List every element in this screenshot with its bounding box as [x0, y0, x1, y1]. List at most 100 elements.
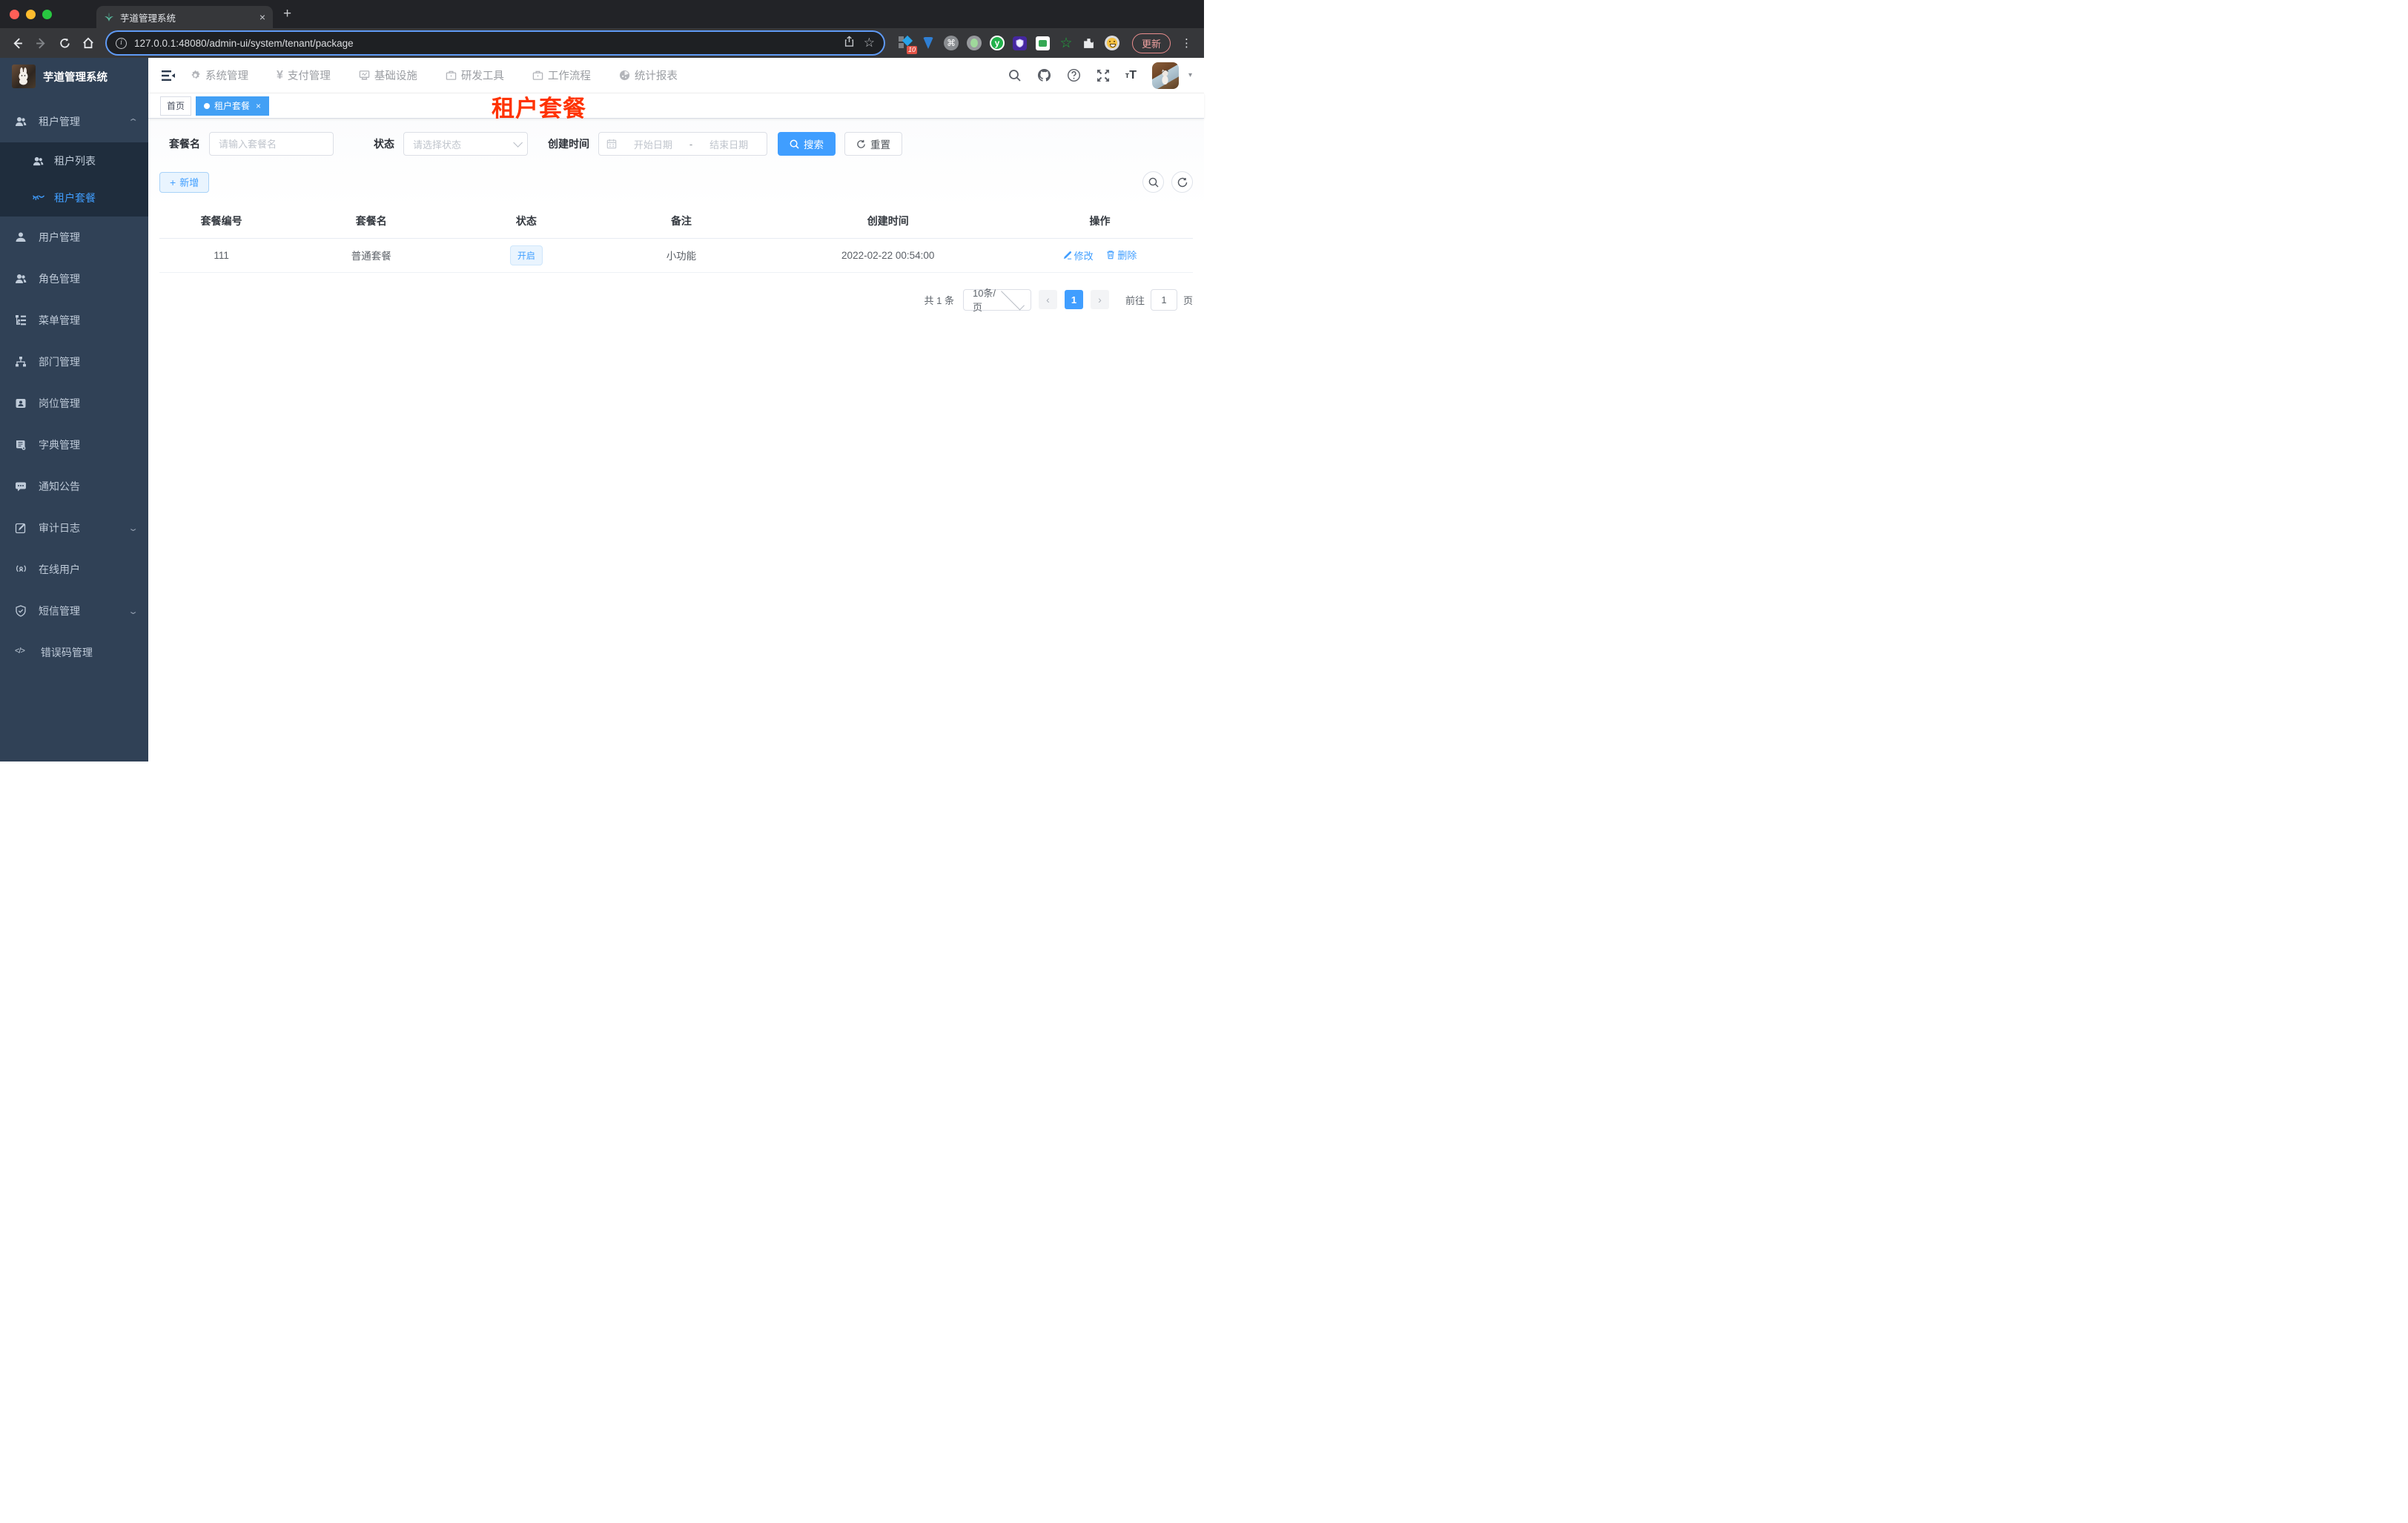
- yen-icon: ¥: [277, 68, 283, 82]
- sidebar-collapse-icon[interactable]: [160, 67, 176, 84]
- sidebar-item-post-management[interactable]: 岗位管理: [0, 383, 148, 424]
- share-icon[interactable]: [844, 36, 855, 51]
- sidebar-item-tenant-list[interactable]: 租户列表: [0, 142, 148, 179]
- topnav-workflow[interactable]: 工作流程: [532, 67, 591, 83]
- sidebar-item-role-management[interactable]: 角色管理: [0, 258, 148, 300]
- extension-chat-icon[interactable]: [1035, 35, 1051, 51]
- url-text[interactable]: 127.0.0.1:48080/admin-ui/system/tenant/p…: [134, 38, 836, 49]
- monitor-icon: [359, 70, 370, 81]
- topnav-devtools[interactable]: 研发工具: [446, 67, 504, 83]
- sidebar-item-user-management[interactable]: 用户管理: [0, 217, 148, 258]
- sidebar-item-dept-management[interactable]: 部门管理: [0, 341, 148, 383]
- sidebar-item-audit-log[interactable]: 审计日志 ⌄: [0, 507, 148, 549]
- date-range-picker[interactable]: 开始日期 - 结束日期: [598, 132, 767, 156]
- sidebar-item-tenant-group[interactable]: 租户管理 ⌃: [0, 101, 148, 142]
- packages-table: 套餐编号 套餐名 状态 备注 创建时间 操作 111 普通套餐 开启 小功能 2: [159, 204, 1193, 273]
- goto-page-input[interactable]: [1150, 288, 1177, 311]
- col-header-actions: 操作: [1007, 204, 1193, 239]
- sidebar-item-label: 字典管理: [39, 439, 80, 451]
- sidebar-item-menu-management[interactable]: 菜单管理: [0, 300, 148, 341]
- reload-button[interactable]: [55, 33, 74, 53]
- edit-link[interactable]: 修改: [1063, 248, 1094, 262]
- bookmark-star-icon[interactable]: ☆: [864, 36, 875, 50]
- next-page-button[interactable]: ›: [1090, 290, 1109, 309]
- filter-status-label: 状态: [374, 138, 394, 150]
- refresh-table-button[interactable]: [1171, 171, 1193, 193]
- reset-button[interactable]: 重置: [844, 132, 902, 156]
- chevron-down-icon: [1001, 286, 1025, 310]
- forward-button[interactable]: [31, 33, 50, 53]
- tag-home[interactable]: 首页: [160, 96, 192, 116]
- browser-update-button[interactable]: 更新: [1131, 33, 1171, 53]
- extensions-puzzle-icon[interactable]: [1081, 35, 1097, 51]
- topnav-label: 研发工具: [460, 70, 504, 82]
- add-button[interactable]: + 新增: [159, 171, 210, 193]
- sidebar-item-tenant-package[interactable]: 租户套餐: [0, 179, 148, 217]
- sidebar-item-error-code[interactable]: </> 错误码管理: [0, 632, 148, 673]
- home-button[interactable]: [79, 33, 98, 53]
- favicon-leaf-icon: [104, 12, 114, 22]
- window-zoom-button[interactable]: [42, 9, 52, 19]
- tab-close-icon[interactable]: ×: [259, 11, 265, 23]
- fullscreen-icon[interactable]: [1096, 69, 1110, 82]
- briefcase-icon: [446, 70, 457, 81]
- sidebar-logo[interactable]: 芋道管理系统: [0, 58, 148, 95]
- prev-page-button[interactable]: ‹: [1038, 290, 1057, 309]
- github-icon[interactable]: [1037, 68, 1051, 82]
- topnav-label: 基础设施: [374, 70, 417, 82]
- search-button[interactable]: 搜索: [778, 132, 836, 156]
- address-bar[interactable]: i 127.0.0.1:48080/admin-ui/system/tenant…: [107, 32, 884, 54]
- status-select[interactable]: 请选择状态: [403, 132, 528, 156]
- extension-badge: 10: [906, 46, 917, 54]
- topnav-system[interactable]: 系统管理: [190, 67, 248, 83]
- sidebar-item-label: 租户管理: [39, 116, 80, 128]
- window-close-button[interactable]: [10, 9, 19, 19]
- package-name-input[interactable]: [209, 132, 334, 156]
- extension-star-icon[interactable]: ☆: [1058, 35, 1074, 51]
- back-button[interactable]: [7, 33, 27, 53]
- tag-tenant-package[interactable]: 租户套餐 ×: [196, 96, 270, 116]
- topnav-reports[interactable]: 统计报表: [619, 67, 678, 83]
- window-controls[interactable]: [0, 9, 62, 19]
- font-size-icon[interactable]: тT: [1125, 69, 1137, 82]
- topnav-infra[interactable]: 基础设施: [359, 67, 417, 83]
- sidebar-item-online-users[interactable]: 在线用户: [0, 549, 148, 590]
- site-info-icon[interactable]: i: [116, 37, 127, 49]
- sidebar-item-label: 通知公告: [39, 480, 80, 492]
- avatar-caret-icon[interactable]: ▾: [1188, 71, 1192, 79]
- sidebar-item-label: 审计日志: [39, 522, 80, 534]
- date-start-placeholder[interactable]: 开始日期: [623, 137, 684, 151]
- user-avatar[interactable]: [1151, 62, 1179, 89]
- extension-emoji-icon[interactable]: [1104, 35, 1120, 51]
- filter-date-label: 创建时间: [548, 138, 589, 150]
- extension-command-icon[interactable]: ⌘: [943, 35, 959, 51]
- search-icon[interactable]: [1008, 69, 1022, 82]
- tag-close-icon[interactable]: ×: [256, 101, 261, 111]
- org-chart-icon: [15, 356, 27, 368]
- sidebar-item-dict-management[interactable]: 字典管理: [0, 424, 148, 466]
- online-broadcast-icon: [15, 564, 27, 575]
- show-search-toggle-button[interactable]: [1142, 171, 1164, 193]
- browser-menu-icon[interactable]: ⋮: [1175, 36, 1197, 50]
- extension-y-icon[interactable]: y: [989, 35, 1005, 51]
- date-end-placeholder[interactable]: 结束日期: [698, 137, 759, 151]
- browser-tab[interactable]: 芋道管理系统 ×: [96, 6, 273, 28]
- extension-tabs-icon[interactable]: 10: [897, 35, 917, 54]
- page-1-button[interactable]: 1: [1064, 290, 1083, 309]
- shield-check-icon: [15, 605, 27, 617]
- sidebar-item-sms-management[interactable]: 短信管理 ⌄: [0, 590, 148, 632]
- window-minimize-button[interactable]: [26, 9, 36, 19]
- topnav-payment[interactable]: ¥ 支付管理: [277, 67, 331, 83]
- extension-gem-icon[interactable]: [920, 35, 936, 51]
- sidebar-item-label: 菜单管理: [39, 314, 80, 326]
- delete-link[interactable]: 删除: [1106, 248, 1137, 262]
- new-tab-button[interactable]: +: [283, 6, 291, 22]
- extension-record-icon[interactable]: [966, 35, 982, 51]
- page-size-select[interactable]: 10条/页: [962, 286, 1031, 313]
- dictionary-icon: [15, 439, 27, 451]
- sidebar-item-notice[interactable]: 通知公告: [0, 466, 148, 507]
- tree-icon: [15, 314, 27, 326]
- help-icon[interactable]: [1067, 68, 1081, 82]
- extension-shield-icon[interactable]: [1012, 35, 1028, 51]
- dashboard-icon: [619, 70, 630, 81]
